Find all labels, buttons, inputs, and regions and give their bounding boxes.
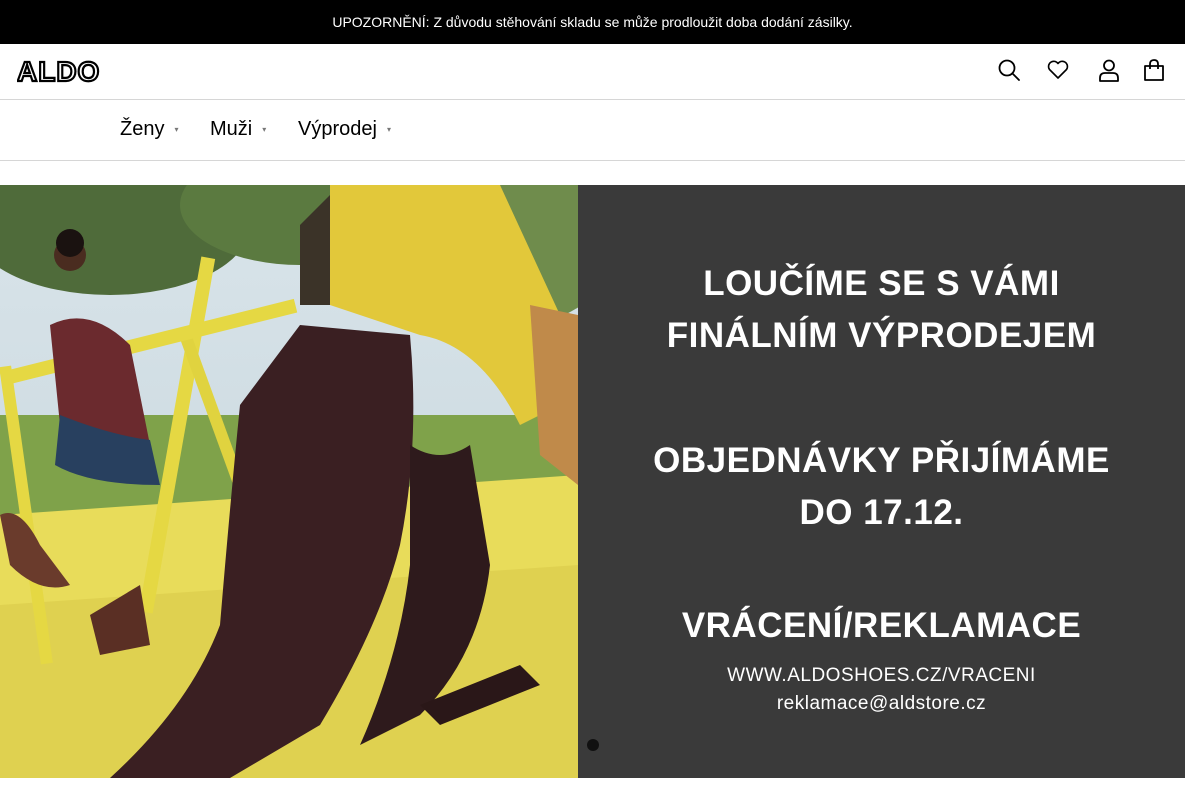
site-header: ALDO — [0, 44, 1185, 100]
chevron-down-icon: ▾ — [386, 125, 391, 134]
heart-icon[interactable] — [1046, 58, 1070, 82]
logo-text: ALDO — [17, 58, 100, 84]
promo-line-5: VRÁCENÍ/REKLAMACE — [681, 606, 1082, 645]
complaints-email[interactable]: reklamace@aldstore.cz — [578, 690, 1185, 718]
nav-item-men[interactable]: Muži ▾ — [210, 118, 266, 141]
promo-line-4: DO 17.12. — [799, 493, 964, 532]
carousel-dot[interactable] — [587, 739, 599, 751]
main-navigation: Ženy ▾ Muži ▾ Výprodej ▾ — [0, 100, 1185, 161]
nav-item-label: Muži — [210, 118, 253, 140]
chevron-down-icon: ▾ — [262, 125, 267, 134]
promo-line-3: OBJEDNÁVKY PŘIJÍMÁME — [653, 441, 1110, 480]
nav-item-sale[interactable]: Výprodej ▾ — [298, 118, 391, 141]
search-icon[interactable] — [997, 58, 1021, 82]
hero-photo — [0, 185, 578, 778]
aldo-logo[interactable]: ALDO — [17, 58, 143, 84]
hero-banner[interactable]: LOUČÍME SE S VÁMI FINÁLNÍM VÝPRODEJEM OB… — [0, 185, 1185, 778]
nav-item-label: Ženy — [120, 118, 165, 140]
announcement-bar: UPOZORNĚNÍ: Z důvodu stěhování skladu se… — [0, 0, 1185, 44]
bag-icon[interactable] — [1142, 58, 1166, 82]
chevron-down-icon: ▾ — [174, 125, 179, 134]
promo-line-2: FINÁLNÍM VÝPRODEJEM — [666, 316, 1097, 355]
promo-panel: LOUČÍME SE S VÁMI FINÁLNÍM VÝPRODEJEM OB… — [578, 185, 1185, 778]
nav-item-label: Výprodej — [298, 118, 377, 140]
nav-item-women[interactable]: Ženy ▾ — [120, 118, 178, 141]
promo-line-1: LOUČÍME SE S VÁMI — [703, 264, 1060, 303]
user-icon[interactable] — [1097, 58, 1121, 82]
returns-url[interactable]: WWW.ALDOSHOES.CZ/VRACENI — [578, 662, 1185, 690]
announcement-text: UPOZORNĚNÍ: Z důvodu stěhování skladu se… — [332, 14, 853, 30]
